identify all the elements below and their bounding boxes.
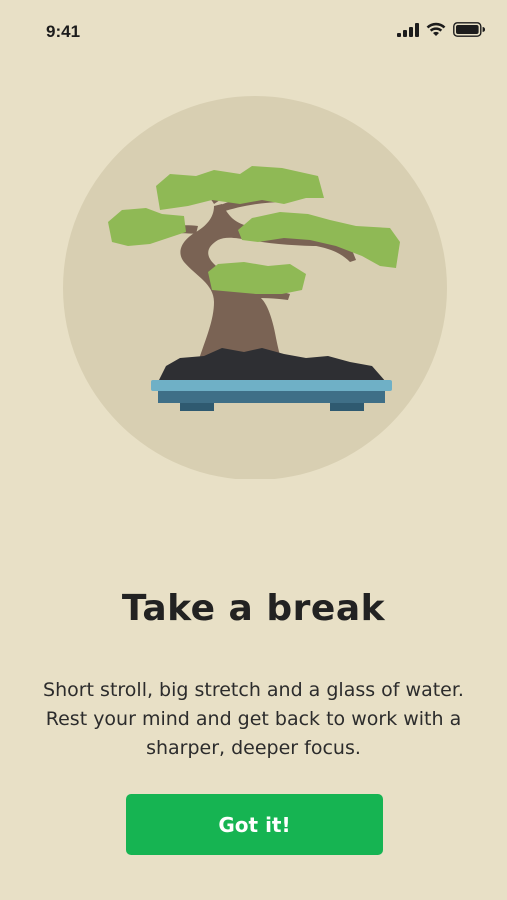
status-icons <box>397 22 485 37</box>
wifi-icon <box>426 22 446 36</box>
pot-rim <box>151 380 392 391</box>
bonsai-foliage <box>208 262 306 294</box>
hero-illustration <box>63 95 447 480</box>
got-it-button[interactable]: Got it! <box>126 794 383 855</box>
break-message: Short stroll, big stretch and a glass of… <box>30 676 477 763</box>
pot-foot-right <box>330 403 364 411</box>
status-time: 9:41 <box>46 22 81 41</box>
message-line: Rest your mind and get back to work with… <box>45 708 462 730</box>
pot-foot-left <box>180 403 214 411</box>
cellular-signal-icon <box>397 22 419 37</box>
pot-body <box>158 391 385 403</box>
status-bar: 9:41 <box>0 0 507 60</box>
page-title: Take a break <box>121 588 386 629</box>
message-line: Short stroll, big stretch and a glass of… <box>43 679 464 701</box>
bonsai-tree-illustration <box>63 96 447 480</box>
message-line: sharper, deeper focus. <box>146 737 361 759</box>
battery-icon <box>453 22 485 37</box>
